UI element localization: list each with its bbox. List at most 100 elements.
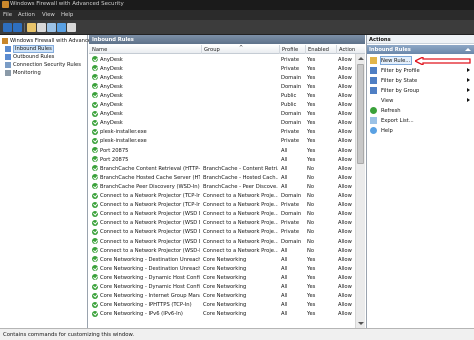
monitoring-icon: [5, 70, 11, 76]
cell-name: BranchCache Content Retrieval (HTTP-In): [100, 165, 200, 172]
cell-profile: Domain: [281, 111, 302, 118]
action-filter-by-group[interactable]: Filter by Group: [370, 86, 472, 95]
cell-action: Allow: [338, 74, 352, 81]
table-row[interactable]: BranchCache Hosted Cache Server (HTT... B…: [89, 173, 355, 182]
table-row[interactable]: BranchCache Content Retrieval (HTTP-In) B…: [89, 164, 355, 173]
table-row[interactable]: AnyDesk Public Yes Allow: [89, 101, 355, 110]
column-divider[interactable]: [279, 45, 280, 54]
table-row[interactable]: AnyDesk Domain Yes Allow: [89, 119, 355, 128]
table-row[interactable]: Connect to a Network Projector (WSD Ev..…: [89, 237, 355, 246]
menu-view[interactable]: View: [42, 12, 55, 18]
table-row[interactable]: BranchCache Peer Discovery (WSD-In) Branc…: [89, 182, 355, 191]
menu-action[interactable]: Action: [18, 12, 35, 18]
cell-profile: All: [281, 293, 288, 300]
action-label: Refresh: [381, 107, 401, 114]
tree-item-label: Monitoring: [13, 69, 41, 76]
cell-action: Allow: [338, 202, 352, 209]
action-new-rule[interactable]: New Rule...: [370, 56, 472, 65]
table-row[interactable]: AnyDesk Private Yes Allow: [89, 55, 355, 64]
cell-name: Core Networking - Internet Group Manag..…: [100, 293, 200, 300]
action-view[interactable]: View: [370, 96, 472, 105]
cell-action: Allow: [338, 129, 352, 136]
table-row[interactable]: Core Networking - Dynamic Host Configu..…: [89, 273, 355, 282]
rule-enabled-check-icon: [92, 92, 98, 99]
table-row[interactable]: Connect to a Network Projector (WSD Ev..…: [89, 210, 355, 219]
forward-icon[interactable]: [13, 23, 22, 32]
cell-group: Core Networking: [203, 302, 247, 309]
column-divider[interactable]: [336, 45, 337, 54]
table-row[interactable]: Connect to a Network Projector (TCP-In) C…: [89, 192, 355, 201]
show-hide-action-pane-icon[interactable]: [67, 23, 76, 32]
cell-action: Allow: [338, 193, 352, 199]
scroll-up-icon[interactable]: [358, 57, 364, 60]
cell-action: Allow: [338, 156, 352, 163]
rule-enabled-check-icon: [92, 101, 98, 108]
cell-profile: Private: [281, 220, 300, 227]
column-group[interactable]: Group: [204, 47, 220, 53]
column-action[interactable]: Action: [339, 47, 355, 53]
toolbar: [0, 20, 474, 35]
table-row[interactable]: Connect to a Network Projector (WSD Ev..…: [89, 219, 355, 228]
folder-up-icon[interactable]: [27, 23, 36, 32]
cell-name: Core Networking - Destination Unreacha..…: [100, 256, 200, 263]
vertical-scrollbar[interactable]: [355, 54, 365, 328]
cell-name: AnyDesk: [100, 92, 123, 99]
action-filter-by-profile[interactable]: Filter by Profile: [370, 66, 472, 75]
cell-enabled: No: [307, 174, 315, 181]
table-row[interactable]: Port 20875 All Yes Allow: [89, 146, 355, 155]
table-row[interactable]: Core Networking - IPHTTPS (TCP-In) Core N…: [89, 301, 355, 310]
help-icon[interactable]: [57, 23, 66, 32]
collapse-icon[interactable]: [465, 48, 471, 51]
cell-enabled: Yes: [307, 156, 316, 163]
table-row[interactable]: Core Networking - Dynamic Host Configu..…: [89, 283, 355, 292]
table-row[interactable]: AnyDesk Private Yes Allow: [89, 64, 355, 73]
column-profile[interactable]: Profile: [282, 47, 298, 53]
table-row[interactable]: plesk-installer.exe Private Yes Allow: [89, 137, 355, 146]
action-export-list[interactable]: Export List...: [370, 116, 472, 125]
cell-action: Allow: [338, 92, 352, 99]
cell-action: Allow: [338, 265, 352, 272]
table-row[interactable]: plesk-installer.exe Private Yes Allow: [89, 128, 355, 137]
cell-enabled: Yes: [307, 284, 316, 290]
rule-enabled-check-icon: [92, 83, 98, 90]
cell-name: Port 20875: [100, 156, 129, 163]
table-row[interactable]: Core Networking - Internet Group Manag..…: [89, 292, 355, 301]
scroll-down-icon[interactable]: [358, 322, 364, 325]
rule-enabled-check-icon: [92, 156, 98, 163]
table-row[interactable]: Port 20875 All Yes Allow: [89, 155, 355, 164]
action-refresh[interactable]: Refresh: [370, 106, 472, 115]
action-filter-by-state[interactable]: Filter by State: [370, 76, 472, 85]
column-enabled[interactable]: Enabled: [308, 47, 329, 53]
table-row[interactable]: AnyDesk Domain Yes Allow: [89, 82, 355, 91]
table-row[interactable]: Core Networking - IPv6 (IPv6-In) Core Net…: [89, 310, 355, 319]
table-row[interactable]: Connect to a Network Projector (WSD-In) C…: [89, 246, 355, 255]
show-hide-tree-icon[interactable]: [37, 23, 46, 32]
actions-section-inbound-rules[interactable]: Inbound Rules: [367, 45, 474, 54]
table-row[interactable]: Core Networking - Destination Unreacha..…: [89, 255, 355, 264]
table-row[interactable]: AnyDesk Domain Yes Allow: [89, 73, 355, 82]
cell-name: Core Networking - Dynamic Host Configu..…: [100, 274, 200, 281]
cell-enabled: No: [307, 211, 315, 218]
rule-enabled-check-icon: [92, 210, 98, 217]
table-row[interactable]: AnyDesk Domain Yes Allow: [89, 110, 355, 119]
back-icon[interactable]: [3, 23, 12, 32]
column-name[interactable]: Name: [92, 47, 107, 53]
export-list-icon[interactable]: [47, 23, 56, 32]
table-row[interactable]: Connect to a Network Projector (TCP-In) C…: [89, 201, 355, 210]
inbound-rules-icon: [5, 46, 11, 52]
column-divider[interactable]: [305, 45, 306, 54]
action-label: View: [381, 97, 394, 104]
action-help[interactable]: Help: [370, 126, 472, 135]
table-row[interactable]: Core Networking - Destination Unreacha..…: [89, 264, 355, 273]
menu-file[interactable]: File: [3, 12, 12, 18]
cell-action: Allow: [338, 229, 352, 236]
menu-help[interactable]: Help: [61, 12, 73, 18]
column-divider[interactable]: [201, 45, 202, 54]
table-row[interactable]: Connect to a Network Projector (WSD Ev..…: [89, 228, 355, 237]
scrollbar-thumb[interactable]: [357, 64, 364, 164]
table-row[interactable]: AnyDesk Public Yes Allow: [89, 91, 355, 100]
help-icon: [370, 127, 377, 134]
rule-enabled-check-icon: [92, 274, 98, 281]
cell-profile: All: [281, 165, 288, 172]
cell-action: Allow: [338, 220, 352, 227]
